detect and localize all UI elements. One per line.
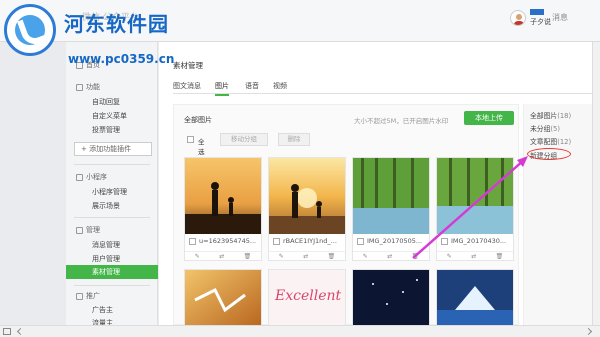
image-thumbnail[interactable] (437, 270, 513, 328)
main-content: 素材管理 图文消息 图片 语音 视频 全部图片 大小不超过5M，已开启图片水印 … (159, 42, 600, 329)
sidebar-section-features: 功能 (76, 82, 100, 92)
sidebar-section-promotion: 推广 (76, 291, 100, 301)
tab-voice[interactable]: 语音 (245, 81, 259, 91)
scroll-left-icon[interactable] (16, 327, 25, 336)
edit-icon[interactable]: ✎ (279, 253, 284, 260)
watermark-logo (4, 4, 56, 56)
divider (74, 285, 150, 286)
image-name: IMG_20170430... (451, 237, 507, 245)
sidebar-section-miniprogram: 小程序 (76, 172, 107, 182)
sidebar: 首页 功能 自动回复 自定义菜单 投票管理 + 添加功能插件 小程序 小程序管理… (66, 42, 158, 327)
edit-icon[interactable]: ✎ (363, 253, 368, 260)
image-grid: u=1623954745... ✎ ⇄ 🗑 rBACE1IYJ1nd_... ✎… (184, 157, 514, 329)
image-card[interactable]: u=1623954745... ✎ ⇄ 🗑 (184, 157, 262, 261)
sidebar-section-manage: 管理 (76, 225, 100, 235)
status-bar (0, 325, 600, 337)
image-panel: 全部图片 大小不超过5M，已开启图片水印 本地上传 全选 移动分组 删除 u=1… (173, 104, 519, 329)
image-card[interactable] (436, 269, 514, 329)
select-all-label: 全选 (198, 138, 205, 156)
tab-bar: 图文消息 图片 语音 视频 (173, 78, 593, 96)
card-actions: ✎ ⇄ 🗑 (269, 251, 345, 261)
move-icon[interactable]: ⇄ (303, 253, 308, 260)
edit-icon[interactable]: ✎ (195, 253, 200, 260)
page-icon (3, 328, 11, 335)
image-checkbox[interactable] (357, 237, 364, 245)
image-card[interactable] (184, 269, 262, 329)
image-name: u=1623954745... (199, 237, 257, 245)
features-icon (76, 83, 83, 91)
sidebar-item-vote[interactable]: 投票管理 (92, 125, 120, 135)
image-name: IMG_20170505... (367, 237, 423, 245)
move-icon[interactable]: ⇄ (219, 253, 224, 260)
user-badge (530, 9, 544, 15)
image-card[interactable]: IMG_20170505... ✎ ⇄ 🗑 (352, 157, 430, 261)
image-card[interactable]: IMG_20170430... ✎ ⇄ 🗑 (436, 157, 514, 261)
upload-button[interactable]: 本地上传 (464, 111, 514, 125)
image-thumbnail[interactable] (353, 270, 429, 328)
image-thumbnail[interactable] (185, 270, 261, 328)
image-thumbnail[interactable] (353, 158, 429, 234)
trash-icon[interactable]: 🗑 (328, 253, 336, 260)
divider (74, 164, 150, 165)
move-icon[interactable]: ⇄ (387, 253, 392, 260)
trash-icon[interactable]: 🗑 (244, 253, 252, 260)
image-checkbox[interactable] (273, 237, 280, 245)
image-thumbnail[interactable]: Excellent (269, 270, 345, 328)
image-thumbnail[interactable] (437, 158, 513, 234)
trash-icon[interactable]: 🗑 (496, 253, 504, 260)
move-icon[interactable]: ⇄ (471, 253, 476, 260)
image-checkbox[interactable] (441, 237, 448, 245)
edit-icon[interactable]: ✎ (447, 253, 452, 260)
sidebar-item-advertiser[interactable]: 广告主 (92, 305, 113, 315)
scroll-right-icon[interactable] (584, 327, 593, 336)
new-group-highlight (527, 148, 571, 160)
image-card[interactable] (352, 269, 430, 329)
image-card[interactable]: rBACE1IYJ1nd_... ✎ ⇄ 🗑 (268, 157, 346, 261)
category-list: 全部图片(18) 未分组(5) 文章配图(12) 新建分组 (523, 104, 599, 325)
miniprogram-icon (76, 173, 83, 181)
tab-video[interactable]: 视频 (273, 81, 287, 91)
sidebar-item-users[interactable]: 用户管理 (92, 254, 120, 264)
manage-icon (76, 226, 83, 234)
vertical-scrollbar[interactable] (592, 42, 600, 325)
sidebar-item-messages[interactable]: 消息管理 (92, 240, 120, 250)
panel-title: 全部图片 (184, 116, 212, 124)
category-ungrouped[interactable]: 未分组(5) (530, 123, 560, 133)
avatar[interactable] (510, 10, 526, 26)
sidebar-item-auto-reply[interactable]: 自动回复 (92, 97, 120, 107)
card-actions: ✎ ⇄ 🗑 (353, 251, 429, 261)
user-name[interactable]: 子夕说 (530, 17, 551, 27)
sidebar-item-custom-menu[interactable]: 自定义菜单 (92, 111, 127, 121)
sidebar-item-miniprogram-manage[interactable]: 小程序管理 (92, 187, 127, 197)
category-article-images[interactable]: 文章配图(12) (530, 136, 571, 146)
move-group-button[interactable]: 移动分组 (220, 133, 268, 146)
select-all-checkbox[interactable] (187, 136, 194, 143)
image-name: rBACE1IYJ1nd_... (283, 237, 337, 245)
watermark-url: www.pc0359.cn (68, 52, 175, 66)
image-checkbox[interactable] (189, 237, 196, 245)
sidebar-item-materials[interactable]: 素材管理 (66, 265, 158, 279)
upload-hint: 大小不超过5M，已开启图片水印 (354, 117, 449, 125)
tab-articles[interactable]: 图文消息 (173, 81, 201, 91)
trash-icon[interactable]: 🗑 (412, 253, 420, 260)
card-actions: ✎ ⇄ 🗑 (437, 251, 513, 261)
card-actions: ✎ ⇄ 🗑 (185, 251, 261, 261)
messages-link[interactable]: 消息 (552, 12, 568, 23)
add-plugin-button[interactable]: + 添加功能插件 (74, 142, 152, 156)
tab-images[interactable]: 图片 (215, 81, 229, 96)
category-all[interactable]: 全部图片(18) (530, 110, 571, 120)
delete-button[interactable]: 删除 (278, 133, 310, 146)
image-thumbnail[interactable] (269, 158, 345, 234)
page-title: 素材管理 (173, 61, 203, 70)
promotion-icon (76, 292, 83, 300)
divider (74, 217, 150, 218)
image-card[interactable]: Excellent (268, 269, 346, 329)
excellent-text: Excellent (274, 288, 341, 304)
watermark-title: 河东软件园 (64, 12, 169, 36)
sidebar-item-display-scene[interactable]: 展示场景 (92, 201, 120, 211)
image-thumbnail[interactable] (185, 158, 261, 234)
